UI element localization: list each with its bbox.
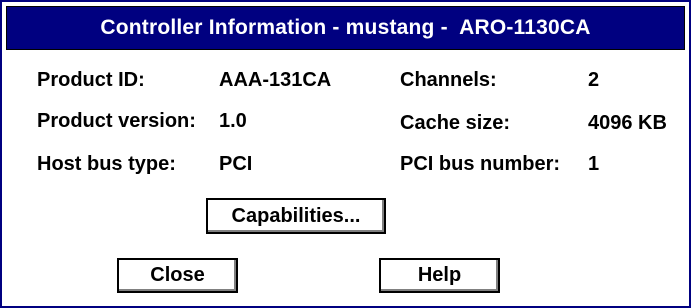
capabilities-button[interactable]: Capabilities... bbox=[206, 198, 386, 234]
host-bus-type-value: PCI bbox=[219, 153, 253, 175]
product-version-value: 1.0 bbox=[219, 110, 247, 132]
window-title: Controller Information - mustang - ARO-1… bbox=[100, 16, 591, 39]
channels-value: 2 bbox=[588, 69, 600, 91]
cache-size-value: 4096 KB bbox=[588, 112, 667, 134]
product-id-value: AAA-131CA bbox=[219, 69, 332, 91]
channels-label: Channels: bbox=[400, 69, 497, 91]
product-version-label: Product version: bbox=[37, 110, 196, 132]
controller-information-dialog: Controller Information - mustang - ARO-1… bbox=[0, 0, 691, 308]
title-bar[interactable]: Controller Information - mustang - ARO-1… bbox=[6, 6, 685, 50]
cache-size-label: Cache size: bbox=[400, 112, 511, 134]
product-id-label: Product ID: bbox=[37, 69, 145, 91]
pci-bus-number-value: 1 bbox=[588, 153, 600, 175]
host-bus-type-label: Host bus type: bbox=[37, 153, 176, 175]
close-button[interactable]: Close bbox=[117, 258, 238, 293]
pci-bus-number-label: PCI bus number: bbox=[400, 153, 561, 175]
help-button[interactable]: Help bbox=[379, 258, 500, 293]
